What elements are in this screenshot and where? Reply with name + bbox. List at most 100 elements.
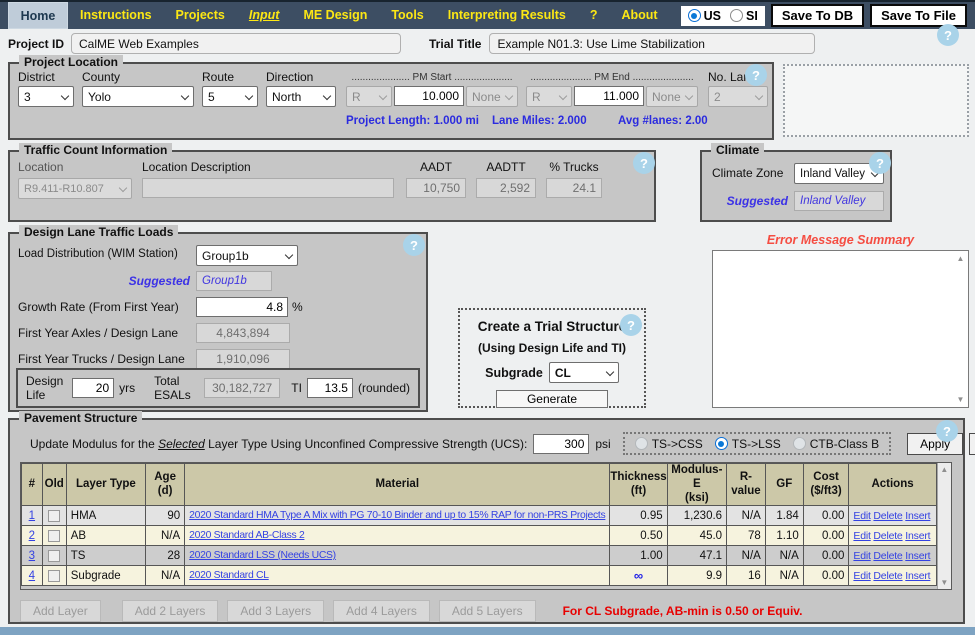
generate-button[interactable]: Generate (496, 390, 608, 408)
material-link[interactable]: 2020 Standard HMA Type A Mix with PG 70-… (189, 510, 605, 521)
edit-link[interactable]: Edit (853, 570, 870, 582)
pm-start-input[interactable] (394, 86, 464, 106)
tab-home[interactable]: Home (8, 2, 68, 29)
pm-start-suffix-select: None (466, 86, 518, 107)
design-life-box: Design Life yrs Total ESALs 30,182,727 T… (16, 368, 420, 408)
insert-link[interactable]: Insert (905, 570, 930, 582)
tab-about[interactable]: About (609, 2, 669, 29)
climate-help-icon[interactable]: ? (869, 152, 891, 174)
us-radio[interactable] (688, 9, 701, 22)
ucs-input[interactable] (533, 434, 589, 454)
tab-me-design[interactable]: ME Design (291, 2, 379, 29)
table-header-row: # Old Layer Type Age(d) Material Thickne… (22, 464, 937, 506)
si-radio[interactable] (730, 9, 743, 22)
project-location-help-icon[interactable]: ? (745, 64, 767, 86)
wim-suggested-label: Suggested (18, 274, 190, 288)
tab-projects[interactable]: Projects (164, 2, 237, 29)
error-summary-scrollbar[interactable]: ▲ ▼ (953, 251, 968, 407)
delete-link[interactable]: Delete (873, 550, 902, 562)
old-checkbox[interactable] (48, 530, 60, 542)
scroll-up-icon[interactable]: ▲ (940, 465, 948, 474)
age-cell: 28 (146, 546, 185, 566)
cost-cell: 0.00 (803, 506, 849, 526)
delete-all-button[interactable]: Delete All (969, 433, 975, 455)
design-life-input[interactable] (72, 378, 114, 398)
edit-link[interactable]: Edit (853, 550, 870, 562)
project-id-label: Project ID (8, 37, 64, 51)
material-link[interactable]: 2020 Standard LSS (Needs UCS) (189, 550, 336, 561)
save-to-db-button[interactable]: Save To DB (771, 4, 864, 27)
scroll-down-icon[interactable]: ▼ (940, 578, 948, 587)
gf-cell: 1.84 (765, 506, 803, 526)
tab-interpreting-results[interactable]: Interpreting Results (436, 2, 578, 29)
delete-link[interactable]: Delete (873, 530, 902, 542)
table-scrollbar[interactable]: ▲ ▼ (937, 463, 951, 589)
ts-css-radio (635, 437, 648, 450)
design-life-label: Design Life (26, 374, 67, 402)
total-esals-value: 30,182,727 (204, 378, 280, 398)
pm-end-input[interactable] (574, 86, 644, 106)
edit-link[interactable]: Edit (853, 530, 870, 542)
insert-link[interactable]: Insert (905, 550, 930, 562)
scroll-up-icon[interactable]: ▲ (957, 254, 965, 263)
route-label: Route (202, 70, 234, 84)
notes-box (783, 64, 969, 137)
insert-link[interactable]: Insert (905, 510, 930, 522)
route-select[interactable]: 5 (202, 86, 258, 107)
row-number-link[interactable]: 4 (29, 570, 35, 582)
row-number-link[interactable]: 2 (29, 530, 35, 542)
edit-link[interactable]: Edit (853, 510, 870, 522)
project-id-input[interactable] (71, 33, 401, 54)
cost-cell: 0.00 (803, 546, 849, 566)
climate-suggested-label: Suggested (710, 194, 788, 208)
layer-type-cell: AB (66, 526, 145, 546)
ts-lss-radio[interactable] (715, 437, 728, 450)
layers-table: # Old Layer Type Age(d) Material Thickne… (21, 463, 937, 586)
delete-link[interactable]: Delete (873, 570, 902, 582)
page-help-icon[interactable]: ? (937, 24, 959, 46)
old-checkbox[interactable] (48, 550, 60, 562)
district-select[interactable]: 3 (18, 86, 74, 107)
wim-select[interactable]: Group1b (196, 245, 298, 266)
location-label: Location (18, 160, 63, 174)
tab-input[interactable]: Input (237, 2, 292, 29)
total-esals-label: Total ESALs (154, 374, 199, 402)
ti-input[interactable] (307, 378, 353, 398)
trial-title-input[interactable] (489, 33, 815, 54)
delete-link[interactable]: Delete (873, 510, 902, 522)
material-link[interactable]: 2020 Standard CL (189, 570, 269, 581)
chevron-down-icon (285, 250, 293, 258)
design-loads-group: Design Lane Traffic Loads Load Distribut… (8, 232, 428, 412)
tab-help[interactable]: ? (578, 2, 610, 29)
traffic-help-icon[interactable]: ? (633, 152, 655, 174)
county-label: County (82, 70, 120, 84)
material-link[interactable]: 2020 Standard AB-Class 2 (189, 530, 304, 541)
growth-rate-input[interactable] (196, 297, 288, 317)
pavement-help-icon[interactable]: ? (936, 420, 958, 442)
design-loads-help-icon[interactable]: ? (403, 234, 425, 256)
location-description-label: Location Description (142, 160, 251, 174)
tab-instructions[interactable]: Instructions (68, 2, 164, 29)
percent-trucks-label: % Trucks (546, 160, 602, 174)
scroll-down-icon[interactable]: ▼ (957, 395, 965, 404)
ts-lss-label: TS->LSS (732, 437, 781, 451)
trial-title-label: Trial Title (429, 37, 481, 51)
old-checkbox[interactable] (48, 510, 60, 522)
row-number-link[interactable]: 1 (29, 510, 35, 522)
add-5-layers-button: Add 5 Layers (439, 600, 536, 622)
trial-structure-help-icon[interactable]: ? (620, 314, 642, 336)
tab-tools[interactable]: Tools (379, 2, 435, 29)
gf-cell: N/A (765, 566, 803, 586)
direction-select[interactable]: North (266, 86, 336, 107)
row-number-link[interactable]: 3 (29, 550, 35, 562)
modulus-cell: 47.1 (667, 546, 726, 566)
save-to-file-button[interactable]: Save To File (870, 4, 967, 27)
county-select[interactable]: Yolo (82, 86, 194, 107)
footer-bar (0, 627, 975, 635)
layer-row-ts: 3 TS 28 2020 Standard LSS (Needs UCS) 1.… (22, 546, 937, 566)
insert-link[interactable]: Insert (905, 530, 930, 542)
subgrade-select[interactable]: CL (549, 362, 619, 383)
col-header-rvalue: R-value (727, 464, 766, 506)
cost-cell: 0.00 (803, 566, 849, 586)
old-checkbox[interactable] (48, 570, 60, 582)
